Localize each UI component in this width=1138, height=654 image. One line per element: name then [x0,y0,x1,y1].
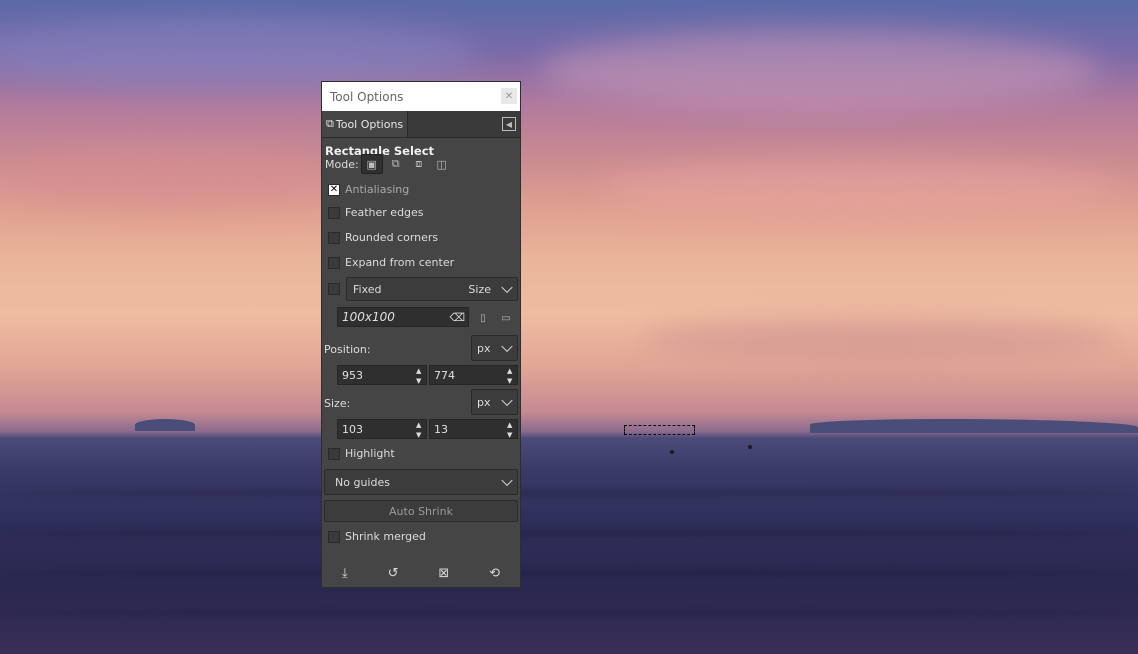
highlight-label: Highlight [345,447,395,460]
tab-tool-options[interactable]: ⧉ Tool Options [322,111,409,137]
reset-icon[interactable]: ⟲ [489,566,500,581]
fixed-row [322,283,345,295]
dialog-titlebar[interactable]: Tool Options ✕ [322,82,520,111]
shrink-merged-checkbox[interactable] [328,530,340,543]
antialiasing-label: Antialiasing [345,183,410,196]
save-icon[interactable]: ⤓ [342,566,348,581]
spin-arrows-icon[interactable]: ▲ ▼ [507,421,515,439]
island [810,419,1138,433]
chevron-down-icon [501,474,513,487]
close-icon[interactable]: ✕ [501,88,517,104]
position-y-value: 774 [434,368,455,382]
guides-combo[interactable]: No guides [324,469,518,495]
rounded-corners-row[interactable]: Rounded corners [322,231,438,244]
mode-add-icon[interactable]: ⧉ [386,155,406,173]
spin-arrows-icon[interactable]: ▲ ▼ [507,367,515,385]
size-height-field[interactable]: 13 ▲ ▼ [429,419,518,439]
spin-arrows-icon[interactable]: ▲ ▼ [416,421,424,439]
shrink-merged-label: Shrink merged [345,530,426,543]
dialog-title: Tool Options [330,89,404,104]
antialiasing-row[interactable]: ✕ Antialiasing [322,183,409,196]
feather-edges-checkbox[interactable] [328,206,340,219]
cloud [640,320,1120,360]
antialiasing-checkbox[interactable]: ✕ [328,183,340,196]
size-width-field[interactable]: 103 ▲ ▼ [337,419,427,439]
highlight-checkbox[interactable] [328,447,340,460]
cloud [0,150,340,210]
fixed-combo[interactable]: Fixed Size [346,277,518,301]
tab-menu-icon[interactable]: ◀ [502,117,516,131]
portrait-icon[interactable]: ▯ [476,311,490,325]
fixed-label: Fixed [353,282,382,296]
mode-subtract-icon[interactable]: ⧈ [409,155,429,173]
spin-arrows-icon[interactable]: ▲ ▼ [416,367,424,385]
chevron-down-icon [501,340,513,353]
size-unit: px [477,395,491,409]
mode-row: Mode: ▣ ⧉ ⧈ ◫ [322,154,455,174]
tab-label: Tool Options [335,117,404,131]
rounded-corners-checkbox[interactable] [328,231,340,244]
island [135,419,195,431]
size-unit-combo[interactable]: px [471,389,518,415]
wave [0,610,1138,616]
guides-selected: No guides [335,475,390,489]
canvas-dot [748,445,752,449]
fixed-mode: Size [468,282,491,296]
mode-intersect-icon[interactable]: ◫ [432,155,452,173]
clear-icon[interactable]: ⌫ [449,311,465,324]
rounded-corners-label: Rounded corners [345,231,439,244]
size-label: Size: [324,397,351,410]
size-width-value: 103 [342,422,363,436]
wave [0,490,1138,496]
mode-replace-icon[interactable]: ▣ [360,154,383,174]
canvas-dot [670,450,674,454]
cloud [600,160,1120,220]
dialog-footer: ⤓ ↺ ⊠ ⟲ [322,559,520,587]
tool-options-dialog: Tool Options ✕ ⧉ Tool Options ◀ Rectangl… [321,81,521,588]
cloud [540,30,1100,110]
expand-from-center-row[interactable]: Expand from center [322,256,454,269]
highlight-row[interactable]: Highlight [322,447,395,460]
position-y-field[interactable]: 774 ▲ ▼ [429,365,518,385]
fixed-value-input[interactable]: 100x100 ⌫ [337,307,469,327]
expand-from-center-checkbox[interactable] [328,256,340,269]
feather-edges-label: Feather edges [345,206,424,219]
feather-edges-row[interactable]: Feather edges [322,206,424,219]
wave [0,530,1138,536]
position-unit-combo[interactable]: px [471,335,518,361]
position-label: Position: [324,343,371,356]
fixed-value: 100x100 [342,310,395,324]
size-height-value: 13 [434,422,448,436]
fixed-checkbox[interactable] [328,283,340,295]
wave [0,570,1138,576]
restore-icon[interactable]: ↺ [388,566,399,581]
selection-marquee[interactable] [624,425,695,435]
position-x-field[interactable]: 953 ▲ ▼ [337,365,427,385]
position-x-value: 953 [342,368,363,382]
tool-options-icon: ⧉ [326,117,334,130]
landscape-icon[interactable]: ▭ [499,311,513,325]
delete-icon[interactable]: ⊠ [438,566,449,581]
chevron-down-icon [501,394,513,407]
auto-shrink-button[interactable]: Auto Shrink [324,500,518,522]
chevron-down-icon [501,281,513,294]
expand-from-center-label: Expand from center [345,256,455,269]
position-unit: px [477,341,491,355]
dock-tabbar: ⧉ Tool Options ◀ [322,111,520,138]
mode-label: Mode: [325,157,359,171]
cloud [0,20,480,90]
shrink-merged-row[interactable]: Shrink merged [322,530,426,543]
